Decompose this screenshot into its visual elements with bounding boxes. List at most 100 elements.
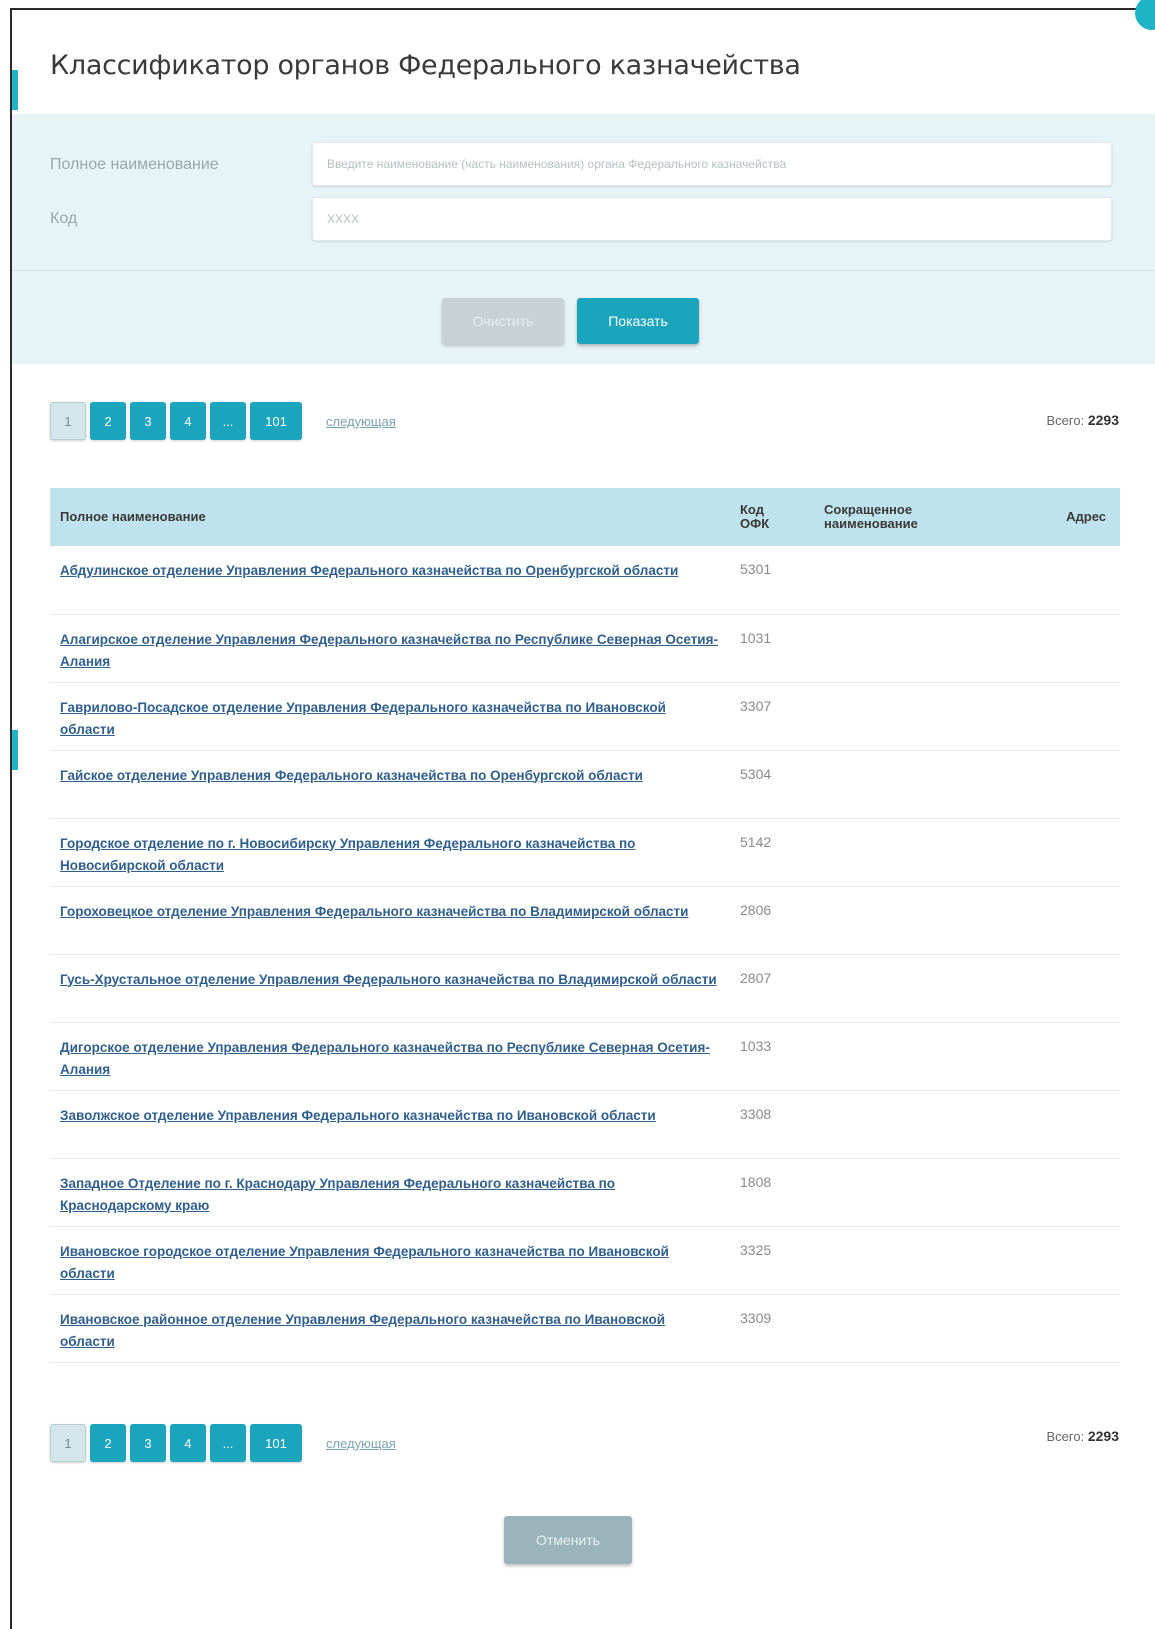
page-button-2[interactable]: 2 <box>90 1424 126 1462</box>
cancel-button[interactable]: Отменить <box>504 1516 632 1564</box>
corner-badge-icon <box>1135 0 1155 30</box>
cell-short-name <box>814 1294 1014 1363</box>
organ-link[interactable]: Гороховецкое отделение Управления Федера… <box>60 901 720 923</box>
column-header-address[interactable]: Адрес <box>1014 488 1120 546</box>
next-page-link[interactable]: следующая <box>326 414 396 429</box>
organ-link[interactable]: Абдулинское отделение Управления Федерал… <box>60 560 720 582</box>
cell-code: 5142 <box>730 818 814 887</box>
code-input[interactable] <box>312 197 1112 241</box>
cell-short-name <box>814 750 1014 819</box>
column-header-short-name-line1: Сокращенное <box>824 502 913 517</box>
cell-code: 2807 <box>730 954 814 1023</box>
column-header-short-name[interactable]: Сокращенное наименование <box>814 488 1014 546</box>
cell-code: 5304 <box>730 750 814 819</box>
table-row: Абдулинское отделение Управления Федерал… <box>50 546 1120 615</box>
table-row: Гаврилово-Посадское отделение Управления… <box>50 682 1120 751</box>
organ-link[interactable]: Гайское отделение Управления Федеральног… <box>60 765 720 787</box>
cell-address <box>1014 1226 1120 1295</box>
table-row: Городское отделение по г. Новосибирску У… <box>50 818 1120 887</box>
filter-panel: Полное наименование Код Очистить Показат… <box>12 114 1155 364</box>
cell-address <box>1014 750 1120 819</box>
cell-address <box>1014 818 1120 887</box>
cell-code: 3325 <box>730 1226 814 1295</box>
cell-full-name: Западное Отделение по г. Краснодару Упра… <box>50 1158 730 1227</box>
cell-address <box>1014 1090 1120 1159</box>
cell-address <box>1014 1022 1120 1091</box>
organ-link[interactable]: Алагирское отделение Управления Федераль… <box>60 629 720 673</box>
table-row: Заволжское отделение Управления Федераль… <box>50 1090 1120 1159</box>
cell-code: 5301 <box>730 546 814 615</box>
cell-short-name <box>814 818 1014 887</box>
table-header-row: Полное наименование Код ОФК Сокращенное … <box>50 488 1120 546</box>
cell-address <box>1014 682 1120 751</box>
show-button[interactable]: Показать <box>577 298 699 344</box>
organ-link[interactable]: Заволжское отделение Управления Федераль… <box>60 1105 720 1127</box>
page-button-2[interactable]: 2 <box>90 402 126 440</box>
page-button-1[interactable]: 1 <box>50 1424 86 1462</box>
cell-full-name: Гусь-Хрустальное отделение Управления Фе… <box>50 954 730 1023</box>
total-label: Всего: <box>1046 1429 1085 1444</box>
table-row: Гусь-Хрустальное отделение Управления Фе… <box>50 954 1120 1023</box>
organ-link[interactable]: Ивановское районное отделение Управления… <box>60 1309 720 1353</box>
table-row: Дигорское отделение Управления Федеральн… <box>50 1022 1120 1091</box>
cell-full-name: Гороховецкое отделение Управления Федера… <box>50 886 730 955</box>
total-value: 2293 <box>1087 1428 1119 1444</box>
page-button-4[interactable]: 4 <box>170 402 206 440</box>
cell-code: 3307 <box>730 682 814 751</box>
full-name-input[interactable] <box>312 142 1112 186</box>
page-button-ellipsis[interactable]: ... <box>210 402 246 440</box>
table-row: Западное Отделение по г. Краснодару Упра… <box>50 1158 1120 1227</box>
page-button-last[interactable]: 101 <box>250 1424 302 1462</box>
clear-button[interactable]: Очистить <box>442 298 564 344</box>
organ-link[interactable]: Дигорское отделение Управления Федеральн… <box>60 1037 720 1081</box>
total-count: Всего: 2293 <box>1047 412 1119 428</box>
classifier-dialog: Классификатор органов Федерального казна… <box>10 0 1155 1629</box>
column-header-full-name[interactable]: Полное наименование <box>50 488 730 546</box>
total-label: Всего: <box>1046 413 1085 428</box>
cell-code: 1031 <box>730 614 814 683</box>
cell-code: 2806 <box>730 886 814 955</box>
cell-full-name: Ивановское городское отделение Управлени… <box>50 1226 730 1295</box>
cell-short-name <box>814 682 1014 751</box>
column-header-code-line1: Код <box>740 502 764 517</box>
page-button-3[interactable]: 3 <box>130 1424 166 1462</box>
cell-short-name <box>814 1022 1014 1091</box>
cell-full-name: Абдулинское отделение Управления Федерал… <box>50 546 730 615</box>
page-button-3[interactable]: 3 <box>130 402 166 440</box>
organ-link[interactable]: Ивановское городское отделение Управлени… <box>60 1241 720 1285</box>
cell-address <box>1014 614 1120 683</box>
organ-link[interactable]: Западное Отделение по г. Краснодару Упра… <box>60 1173 720 1217</box>
organ-link[interactable]: Гаврилово-Посадское отделение Управления… <box>60 697 720 741</box>
page-button-ellipsis[interactable]: ... <box>210 1424 246 1462</box>
table-row: Алагирское отделение Управления Федераль… <box>50 614 1120 683</box>
cell-full-name: Городское отделение по г. Новосибирску У… <box>50 818 730 887</box>
cell-code: 3309 <box>730 1294 814 1363</box>
cell-short-name <box>814 1090 1014 1159</box>
cell-short-name <box>814 954 1014 1023</box>
pagination-top: 1 2 3 4 ... 101 следующая <box>50 402 396 440</box>
organ-link[interactable]: Городское отделение по г. Новосибирску У… <box>60 833 720 877</box>
table-row: Ивановское районное отделение Управления… <box>50 1294 1120 1363</box>
organ-link[interactable]: Гусь-Хрустальное отделение Управления Фе… <box>60 969 720 991</box>
cell-address <box>1014 1158 1120 1227</box>
next-page-link[interactable]: следующая <box>326 1436 396 1451</box>
cell-full-name: Ивановское районное отделение Управления… <box>50 1294 730 1363</box>
cell-short-name <box>814 886 1014 955</box>
dialog-title: Классификатор органов Федерального казна… <box>50 50 801 81</box>
page-button-1[interactable]: 1 <box>50 402 86 440</box>
column-header-code[interactable]: Код ОФК <box>730 488 814 546</box>
table-row: Ивановское городское отделение Управлени… <box>50 1226 1120 1295</box>
left-accent-bar <box>12 730 18 770</box>
page-button-last[interactable]: 101 <box>250 402 302 440</box>
page-button-4[interactable]: 4 <box>170 1424 206 1462</box>
results-table: Полное наименование Код ОФК Сокращенное … <box>50 488 1120 1363</box>
table-row: Гороховецкое отделение Управления Федера… <box>50 886 1120 955</box>
cell-code: 1033 <box>730 1022 814 1091</box>
cell-short-name <box>814 1158 1014 1227</box>
cell-code: 1808 <box>730 1158 814 1227</box>
full-name-label: Полное наименование <box>50 156 219 173</box>
cell-full-name: Гаврилово-Посадское отделение Управления… <box>50 682 730 751</box>
cell-full-name: Заволжское отделение Управления Федераль… <box>50 1090 730 1159</box>
column-header-code-line2: ОФК <box>740 516 770 531</box>
cell-address <box>1014 954 1120 1023</box>
